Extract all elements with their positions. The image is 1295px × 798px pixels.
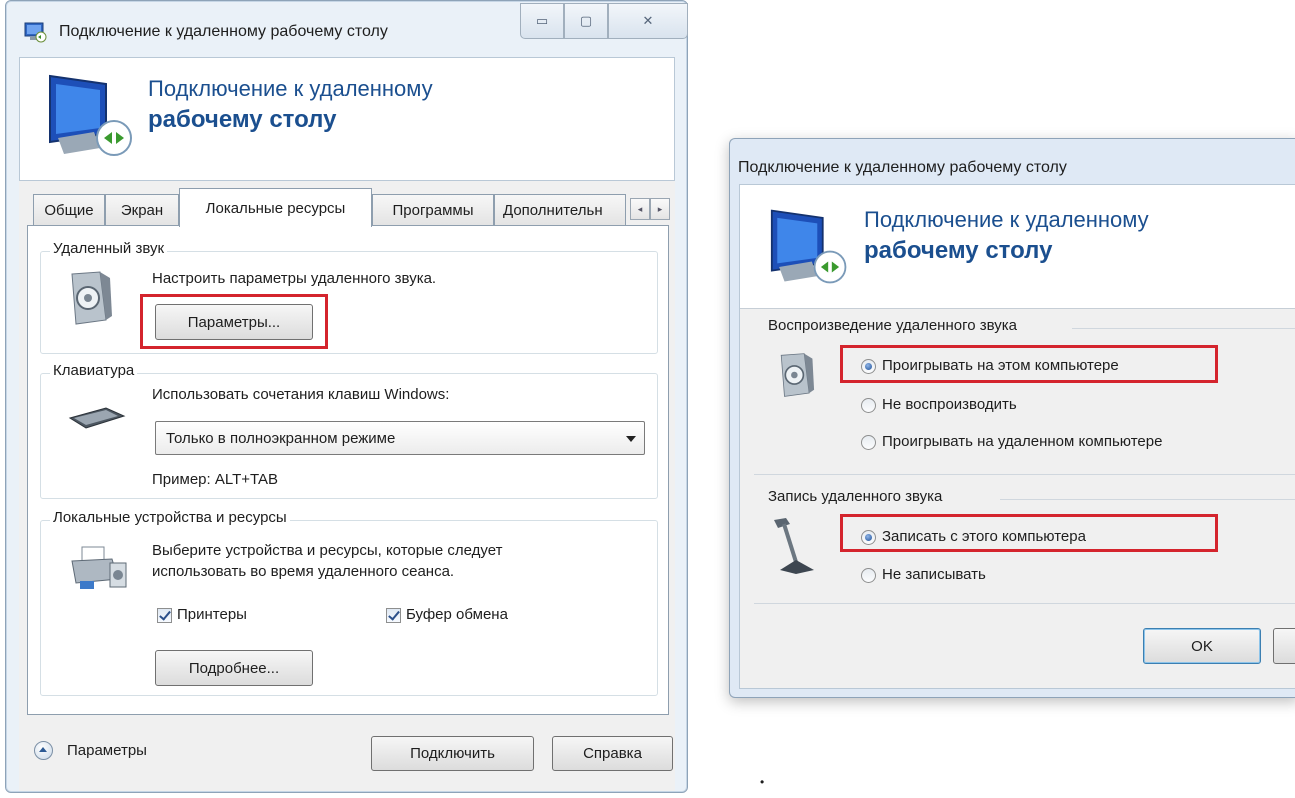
options-toggle-icon[interactable] — [34, 741, 53, 760]
tab-label: Локальные ресурсы — [205, 199, 346, 217]
window-title: Подключение к удаленному рабочему столу — [59, 23, 388, 40]
local-devices-description-2: использовать во время удаленного сеанса. — [152, 563, 455, 580]
printer-devices-icon — [71, 546, 127, 589]
maximize-button[interactable]: ▢ — [564, 3, 608, 39]
remote-desktop-app-icon — [24, 22, 47, 43]
remote-sound-group-title: Удаленный звук — [50, 240, 168, 257]
stray-dot: • — [760, 775, 765, 789]
chevron-down-icon — [626, 436, 636, 442]
tab-label: Общие — [44, 202, 94, 219]
record-local-label: Записать с этого компьютера — [882, 528, 1086, 545]
tab-label: Программы — [392, 202, 474, 219]
play-local-label: Проигрывать на этом компьютере — [882, 357, 1119, 374]
options-label[interactable]: Параметры — [67, 742, 147, 759]
tab-local-resources[interactable]: Локальные ресурсы — [179, 188, 372, 227]
minimize-icon: ▭ — [535, 13, 549, 28]
remote-desktop-monitor-icon — [49, 74, 132, 156]
no-recording-radio[interactable] — [861, 568, 876, 583]
button-label: Справка — [583, 745, 642, 762]
clipboard-label: Буфер обмена — [406, 606, 508, 623]
clipboard-checkbox[interactable] — [386, 608, 401, 623]
keyboard-icon — [68, 407, 126, 429]
play-remote-radio[interactable] — [861, 435, 876, 450]
no-recording-label: Не записывать — [882, 566, 986, 583]
remote-sound-group — [40, 251, 658, 354]
no-playback-radio[interactable] — [861, 398, 876, 413]
local-devices-group-title: Локальные устройства и ресурсы — [50, 509, 290, 526]
selected-value: Только в полноэкранном режиме — [166, 430, 396, 447]
tab-scroll-left[interactable]: ◂ — [630, 198, 650, 220]
help-button[interactable]: Справка — [552, 736, 673, 771]
record-local-radio[interactable] — [861, 530, 876, 545]
tab-advanced[interactable]: Дополнительн — [494, 194, 626, 226]
printers-label: Принтеры — [177, 606, 247, 623]
no-playback-label: Не воспроизводить — [882, 396, 1017, 413]
recording-section-title: Запись удаленного звука — [768, 488, 943, 505]
chevron-right-icon: ▸ — [657, 203, 663, 214]
close-button[interactable]: ✕ — [608, 3, 688, 39]
recording-separator — [1000, 499, 1295, 500]
keyboard-example: Пример: ALT+TAB — [152, 471, 279, 488]
cancel-button-partial[interactable] — [1273, 628, 1295, 664]
button-label: Подключить — [410, 745, 495, 762]
remote-desktop-monitor-icon — [770, 209, 847, 284]
button-label: Параметры... — [187, 313, 281, 331]
button-label: OK — [1191, 637, 1213, 655]
audio-banner: Подключение к удаленному рабочему столу — [740, 185, 1295, 309]
microphone-icon — [774, 518, 814, 574]
play-local-radio[interactable] — [861, 359, 876, 374]
banner-title-line1: Подключение к удаленному — [864, 207, 1149, 232]
tab-display[interactable]: Экран — [105, 194, 179, 226]
printers-checkbox[interactable] — [157, 608, 172, 623]
tab-general[interactable]: Общие — [33, 194, 105, 226]
minimize-button[interactable]: ▭ — [520, 3, 564, 39]
tab-scroll-right[interactable]: ▸ — [650, 198, 670, 220]
local-devices-description-1: Выберите устройства и ресурсы, которые с… — [152, 542, 503, 559]
banner: Подключение к удаленному рабочему столу — [19, 57, 675, 181]
more-details-button[interactable]: Подробнее... — [155, 650, 313, 686]
keyboard-description: Использовать сочетания клавиш Windows: — [152, 386, 450, 403]
ok-button[interactable]: OK — [1143, 628, 1261, 664]
speaker-icon — [71, 271, 112, 325]
play-remote-label: Проигрывать на удаленном компьютере — [882, 433, 1163, 450]
connect-button[interactable]: Подключить — [371, 736, 534, 771]
keyboard-mode-select[interactable]: Только в полноэкранном режиме — [155, 421, 645, 455]
tab-label: Дополнительн — [503, 202, 603, 219]
section-divider — [754, 474, 1295, 475]
maximize-icon: ▢ — [579, 13, 593, 28]
button-label: Подробнее... — [188, 659, 280, 677]
remote-sound-description: Настроить параметры удаленного звука. — [152, 270, 437, 287]
tab-label: Экран — [120, 202, 164, 219]
speaker-icon — [780, 353, 815, 397]
banner-title-line1: Подключение к удаленному — [148, 76, 433, 101]
keyboard-group-title: Клавиатура — [50, 362, 138, 379]
window-title: Подключение к удаленному рабочему столу — [738, 159, 1067, 176]
section-divider — [754, 603, 1295, 604]
close-icon: ✕ — [642, 13, 654, 28]
chevron-left-icon: ◂ — [637, 203, 643, 214]
playback-section-title: Воспроизведение удаленного звука — [768, 317, 1017, 334]
tab-programs[interactable]: Программы — [372, 194, 494, 226]
banner-title-line2: рабочему столу — [148, 106, 337, 133]
banner-title-line2: рабочему столу — [864, 237, 1053, 264]
sound-settings-button[interactable]: Параметры... — [155, 304, 313, 340]
window-controls: ▭ ▢ ✕ — [520, 3, 690, 41]
playback-separator — [1072, 328, 1295, 329]
